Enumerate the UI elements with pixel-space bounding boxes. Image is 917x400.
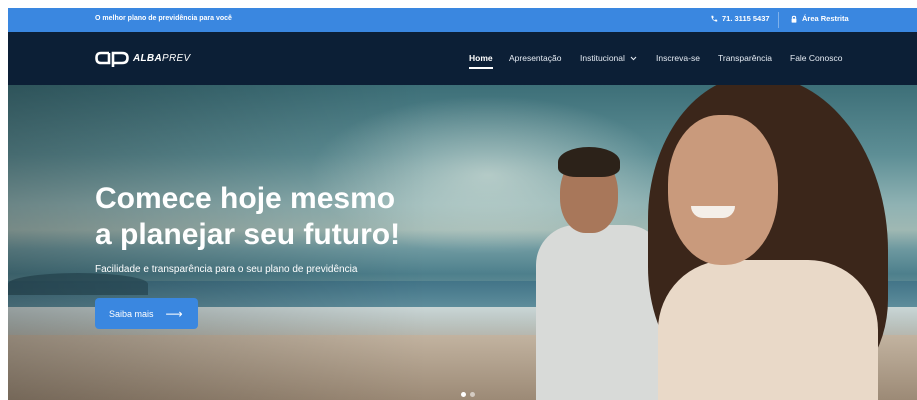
slider-dot-1[interactable] bbox=[461, 392, 466, 397]
phone-link[interactable]: 71. 3115 5437 bbox=[710, 14, 770, 23]
slider-pagination bbox=[461, 392, 475, 397]
saiba-mais-label: Saiba mais bbox=[109, 308, 154, 319]
nav-item-apresentacao[interactable]: Apresentação bbox=[509, 53, 561, 63]
saiba-mais-button[interactable]: Saiba mais ⟶ bbox=[95, 298, 198, 329]
hero-headline-line1: Comece hoje mesmo bbox=[95, 182, 396, 215]
arrow-right-icon: ⟶ bbox=[165, 306, 183, 321]
page: O melhor plano de previdência para você … bbox=[8, 8, 917, 400]
chevron-down-icon bbox=[630, 56, 637, 60]
nav-item-institucional[interactable]: Institucional bbox=[580, 53, 637, 63]
main-navbar: ALBAPREV Home Apresentação Institucional… bbox=[8, 32, 917, 85]
nav-active-indicator bbox=[469, 67, 493, 69]
nav-item-fale-conosco[interactable]: Fale Conosco bbox=[790, 53, 842, 63]
topbar-divider bbox=[778, 12, 779, 28]
hero-slider: Comece hoje mesmo a planejar seu futuro!… bbox=[8, 85, 917, 400]
lock-icon bbox=[791, 15, 797, 23]
nav-item-home[interactable]: Home bbox=[469, 53, 493, 63]
tagline: O melhor plano de previdência para você bbox=[95, 15, 232, 22]
nav-item-inscreva-se[interactable]: Inscreva-se bbox=[656, 53, 700, 63]
hero-man-hair bbox=[558, 147, 620, 177]
nav-item-institucional-label: Institucional bbox=[580, 53, 625, 63]
restricted-area-link[interactable]: Área Restrita bbox=[790, 14, 849, 23]
phone-number: 71. 3115 5437 bbox=[722, 14, 770, 23]
restricted-area-label: Área Restrita bbox=[802, 14, 849, 23]
hero-headline-line2: a planejar seu futuro! bbox=[95, 218, 401, 251]
hero-subline: Facilidade e transparência para o seu pl… bbox=[95, 264, 358, 275]
main-nav: Home Apresentação Institucional Inscreva… bbox=[8, 53, 917, 71]
phone-icon bbox=[711, 15, 718, 22]
hero-man-body bbox=[536, 225, 666, 400]
hero-woman-smile bbox=[691, 206, 735, 218]
hero-woman-body bbox=[658, 260, 878, 400]
top-utility-bar: O melhor plano de previdência para você … bbox=[8, 8, 917, 32]
hero-headline: Comece hoje mesmo a planejar seu futuro! bbox=[95, 181, 475, 253]
hero-woman-face bbox=[668, 115, 778, 265]
nav-item-transparencia[interactable]: Transparência bbox=[718, 53, 772, 63]
slider-dot-2[interactable] bbox=[470, 392, 475, 397]
